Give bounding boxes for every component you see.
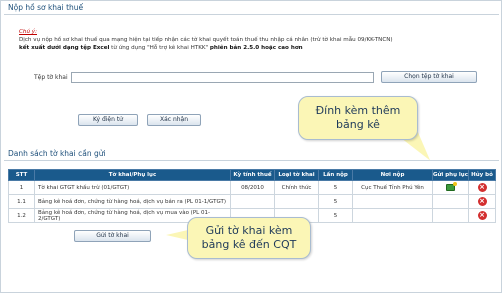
- cell-type: [274, 194, 319, 209]
- col-header-stt: STT: [8, 169, 35, 181]
- note-line-1: Dịch vụ nộp hồ sơ khai thuế qua mạng hiệ…: [19, 37, 393, 43]
- delete-icon[interactable]: ×: [477, 183, 487, 192]
- callout-attach-line-2: bảng kê: [336, 118, 380, 131]
- col-header-period: Kỳ tính thuế: [230, 169, 275, 181]
- col-header-attach: Gửi phụ lục: [432, 169, 469, 181]
- delete-icon[interactable]: ×: [477, 197, 487, 206]
- submission-table: STT Tờ khai/Phụ lục Kỳ tính thuế Loại tờ…: [8, 169, 496, 223]
- callout-attach-line-1: Đính kèm thêm: [315, 104, 401, 117]
- note-mid: từ ứng dụng "Hỗ trợ kê khai HTKK": [109, 45, 210, 51]
- table-row: 1 Tờ khai GTGT khấu trừ (01/GTGT) 08/201…: [8, 180, 496, 195]
- callout-send: Gửi tờ khai kèm bảng kê đến CQT: [187, 217, 311, 259]
- cell-place: Cục Thuế Tỉnh Phú Yên: [352, 180, 433, 195]
- cell-form: Bảng kê hoá đơn, chứng từ hàng hoá, dịch…: [34, 194, 231, 209]
- send-button[interactable]: Gửi tờ khai: [74, 230, 151, 242]
- upload-section-title: Nộp hồ sơ khai thuế: [8, 3, 84, 12]
- callout-send-line-2: bảng kê đến CQT: [201, 238, 297, 251]
- callout-send-line-1: Gửi tờ khai kèm: [205, 224, 293, 237]
- note-bold-1: kết xuất dưới dạng tệp Excel: [19, 45, 110, 51]
- cell-attach: [432, 180, 469, 195]
- choose-file-button[interactable]: Chọn tệp tờ khai: [381, 71, 477, 83]
- col-header-type: Loại tờ khai: [274, 169, 319, 181]
- table-row: 1.1 Bảng kê hoá đơn, chứng từ hàng hoá, …: [8, 194, 496, 209]
- list-section-title: Danh sách tờ khai cần gửi: [8, 149, 106, 158]
- col-header-times: Lần nộp: [318, 169, 353, 181]
- cell-type: Chính thức: [274, 180, 319, 195]
- cell-times: 5: [318, 180, 353, 195]
- sign-button[interactable]: Ký điện tử: [78, 114, 138, 126]
- note-line-2: kết xuất dưới dạng tệp Excel từ ứng dụng…: [19, 44, 459, 52]
- cell-period: 08/2010: [230, 180, 275, 195]
- confirm-button[interactable]: Xác nhận: [147, 114, 201, 126]
- callout-attach: Đính kèm thêm bảng kê: [298, 96, 418, 140]
- col-header-delete: Hủy bỏ: [468, 169, 496, 181]
- upload-note: Chú ý: Dịch vụ nộp hồ sơ khai thuế qua m…: [19, 28, 459, 52]
- file-label: Tệp tờ khai: [34, 74, 68, 81]
- cell-delete: ×: [468, 180, 496, 195]
- note-label: Chú ý:: [19, 29, 37, 35]
- col-header-form: Tờ khai/Phụ lục: [34, 169, 231, 181]
- callout-send-tail: [166, 230, 188, 240]
- cell-place: [352, 208, 433, 223]
- cell-times: 5: [318, 208, 353, 223]
- col-header-place: Nơi nộp: [352, 169, 433, 181]
- table-header-row: STT Tờ khai/Phụ lục Kỳ tính thuế Loại tờ…: [8, 169, 496, 181]
- cell-attach: [432, 208, 469, 223]
- tax-submission-panel: Nộp hồ sơ khai thuế Chú ý: Dịch vụ nộp h…: [0, 0, 502, 293]
- cell-stt: 1.2: [8, 208, 35, 223]
- delete-icon[interactable]: ×: [477, 211, 487, 220]
- cell-times: 5: [318, 194, 353, 209]
- cell-stt: 1.1: [8, 194, 35, 209]
- cell-stt: 1: [8, 180, 35, 195]
- upload-section-header: Nộp hồ sơ khai thuế: [4, 1, 499, 15]
- cell-form: Tờ khai GTGT khấu trừ (01/GTGT): [34, 180, 231, 195]
- cell-delete: ×: [468, 194, 496, 209]
- file-path-input[interactable]: [71, 72, 374, 83]
- cell-delete: ×: [468, 208, 496, 223]
- attach-appendix-icon[interactable]: [446, 182, 457, 191]
- cell-place: [352, 194, 433, 209]
- cell-attach: [432, 194, 469, 209]
- note-bold-2: phiên bản 2.5.0 hoặc cao hơn: [209, 45, 303, 51]
- cell-period: [230, 194, 275, 209]
